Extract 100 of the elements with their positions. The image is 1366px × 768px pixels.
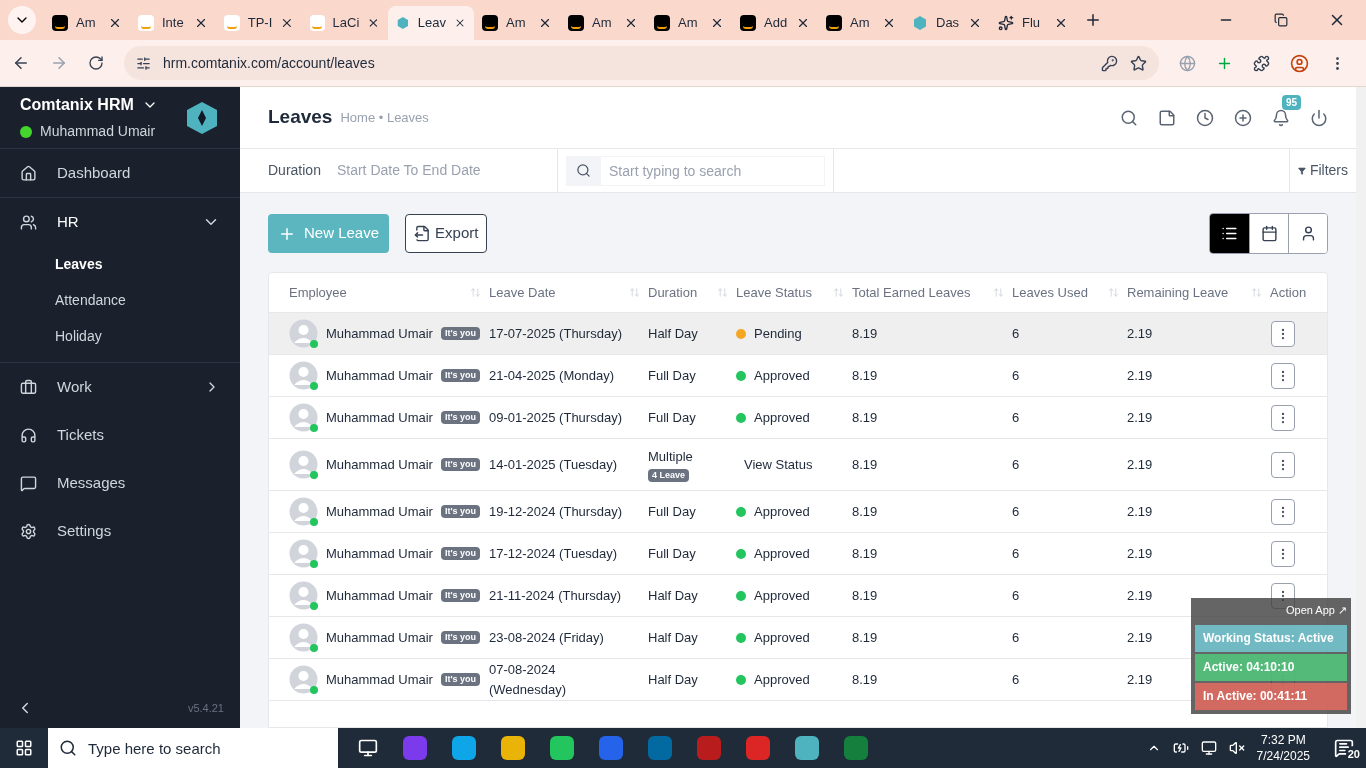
employee-name: Muhammad Umair	[326, 502, 433, 521]
table-row[interactable]: Muhammad Umair It's you 19-12-2024 (Thursday) Full Day Approved 8.19 6 2.19	[269, 491, 1327, 533]
column-header[interactable]: Total Earned Leaves	[852, 282, 971, 303]
address-bar[interactable]: hrm.comtanix.com/account/leaves	[124, 46, 1159, 80]
nav-item[interactable]: Settings	[0, 507, 240, 555]
table-row[interactable]: Muhammad Umair It's you 17-12-2024 (Tuesday) Full Day Approved 8.19 6 2.19	[269, 533, 1327, 575]
nav-subitem[interactable]: Holiday	[0, 318, 240, 354]
tab-title: Am	[506, 14, 527, 33]
earned-leaves: 8.19	[852, 628, 878, 647]
browser-tab[interactable]: Am	[44, 6, 130, 40]
browser-tab[interactable]: Am	[646, 6, 732, 40]
earned-leaves: 8.19	[852, 455, 878, 474]
earned-leaves: 8.19	[852, 408, 878, 427]
nav-label: Tickets	[57, 424, 105, 445]
table-row[interactable]: Muhammad Umair It's you 09-01-2025 (Thursday) Full Day Approved 8.19 6 2.19	[269, 397, 1327, 439]
nav-item[interactable]: HR	[0, 198, 240, 246]
you-badge: It's you	[440, 326, 481, 341]
taskbar-search-field[interactable]: Type here to search	[88, 728, 338, 768]
employee-name: Muhammad Umair	[326, 455, 433, 474]
tab-title: LaCi	[332, 14, 360, 33]
leave-date: 07-08-2024 (Wednesday)	[489, 661, 568, 699]
nav-subitem[interactable]: Attendance	[0, 282, 240, 318]
breadcrumb: Home • Leaves	[340, 108, 429, 127]
leaves-used: 6	[1012, 544, 1020, 563]
earned-leaves: 8.19	[852, 502, 878, 521]
leave-date: 17-07-2025 (Thursday)	[489, 324, 622, 343]
nav-label: Work	[57, 376, 93, 397]
tab-title: Flu	[1022, 14, 1042, 33]
leaves-used: 6	[1012, 586, 1020, 605]
column-header[interactable]: Leave Date	[489, 282, 556, 303]
nav-item[interactable]: Tickets	[0, 411, 240, 459]
active-time-bar: Active: 04:10:10	[1195, 653, 1347, 681]
browser-tab[interactable]: Am	[818, 6, 904, 40]
duration-text: Full Day	[648, 408, 696, 427]
remaining-leave: 2.19	[1127, 408, 1153, 427]
tab-title: Inte	[162, 14, 185, 33]
status-text: Pending	[754, 324, 802, 343]
status-text: Approved	[754, 670, 810, 689]
app-name[interactable]: Comtanix HRM	[20, 93, 134, 117]
duration-text: Half Day	[648, 670, 698, 689]
table-row[interactable]: Muhammad Umair It's you 17-07-2025 (Thursday) Half Day Pending 8.19 6 2.19	[269, 313, 1327, 355]
browser-tab[interactable]: Am	[474, 6, 560, 40]
tab-title: Das	[936, 14, 960, 33]
employee-name: Muhammad Umair	[326, 408, 433, 427]
table-row[interactable]: Muhammad Umair It's you 21-04-2025 (Monday) Full Day Approved 8.19 6 2.19	[269, 355, 1327, 397]
date-range-field[interactable]: Start Date To End Date	[336, 160, 507, 181]
tab-title: Am	[850, 14, 871, 33]
table-row[interactable]: Muhammad Umair It's you 14-01-2025 (Tuesday) Multiple 4 Leave View Status 8.19 6 2.19	[269, 439, 1327, 491]
duration-text: Half Day	[648, 586, 698, 605]
duration-text: Full Day	[648, 544, 696, 563]
clock-time: 7:32 PM	[1260, 732, 1306, 748]
export-button[interactable]: Export	[405, 214, 488, 253]
duration-text: Half Day	[648, 628, 698, 647]
browser-tab[interactable]: Das	[904, 6, 990, 40]
browser-tab[interactable]: Inte	[130, 6, 216, 40]
you-badge: It's you	[440, 672, 481, 687]
browser-tab[interactable]: Leav	[388, 6, 474, 40]
filters-button[interactable]: Filters	[1290, 149, 1356, 192]
employee-name: Muhammad Umair	[326, 366, 433, 385]
browser-tab[interactable]: Flu	[990, 6, 1076, 40]
earned-leaves: 8.19	[852, 324, 878, 343]
browser-tab[interactable]: Am	[560, 6, 646, 40]
column-header[interactable]: Action	[1270, 282, 1307, 303]
column-header[interactable]: Remaining Leave	[1127, 282, 1229, 303]
nav-label: Messages	[57, 472, 127, 493]
employee-name: Muhammad Umair	[326, 628, 433, 647]
tab-title: Am	[76, 14, 97, 33]
tab-title: Am	[592, 14, 613, 33]
nav-label: Dashboard	[57, 162, 132, 183]
notification-badge: 95	[1282, 94, 1302, 110]
search-field[interactable]: Start typing to search	[600, 155, 825, 186]
nav-item[interactable]: Messages	[0, 459, 240, 507]
leave-date: 17-12-2024 (Tuesday)	[489, 544, 618, 563]
remaining-leave: 2.19	[1127, 455, 1153, 474]
browser-tab[interactable]: LaCi	[302, 6, 388, 40]
browser-tab[interactable]: TP-I	[216, 6, 302, 40]
browser-tab[interactable]: Add	[732, 6, 818, 40]
earned-leaves: 8.19	[852, 366, 878, 385]
status-text: Approved	[754, 502, 810, 521]
duration-label: Duration	[268, 161, 321, 180]
nav-item[interactable]: Dashboard	[0, 149, 240, 197]
nav-item[interactable]: Work	[0, 363, 240, 411]
column-header[interactable]: Employee	[289, 282, 347, 303]
tab-title: TP-I	[247, 14, 273, 33]
leaves-used: 6	[1012, 408, 1020, 427]
column-header[interactable]: Duration	[648, 282, 698, 303]
view-status-link[interactable]: View Status	[736, 454, 813, 475]
status-text: Approved	[754, 628, 810, 647]
column-header[interactable]: Leave Status	[736, 282, 812, 303]
nav-label: Settings	[57, 520, 113, 541]
remaining-leave: 2.19	[1127, 628, 1153, 647]
you-badge: It's you	[440, 630, 481, 645]
leave-date: 23-08-2024 (Friday)	[489, 628, 604, 647]
column-header[interactable]: Leaves Used	[1012, 282, 1088, 303]
leave-date: 14-01-2025 (Tuesday)	[489, 455, 618, 474]
status-text: Approved	[754, 544, 810, 563]
nav-subitem[interactable]: Leaves	[0, 246, 240, 282]
leaves-used: 6	[1012, 628, 1020, 647]
employee-name: Muhammad Umair	[326, 324, 433, 343]
working-status-bar: Working Status: Active	[1195, 624, 1347, 652]
